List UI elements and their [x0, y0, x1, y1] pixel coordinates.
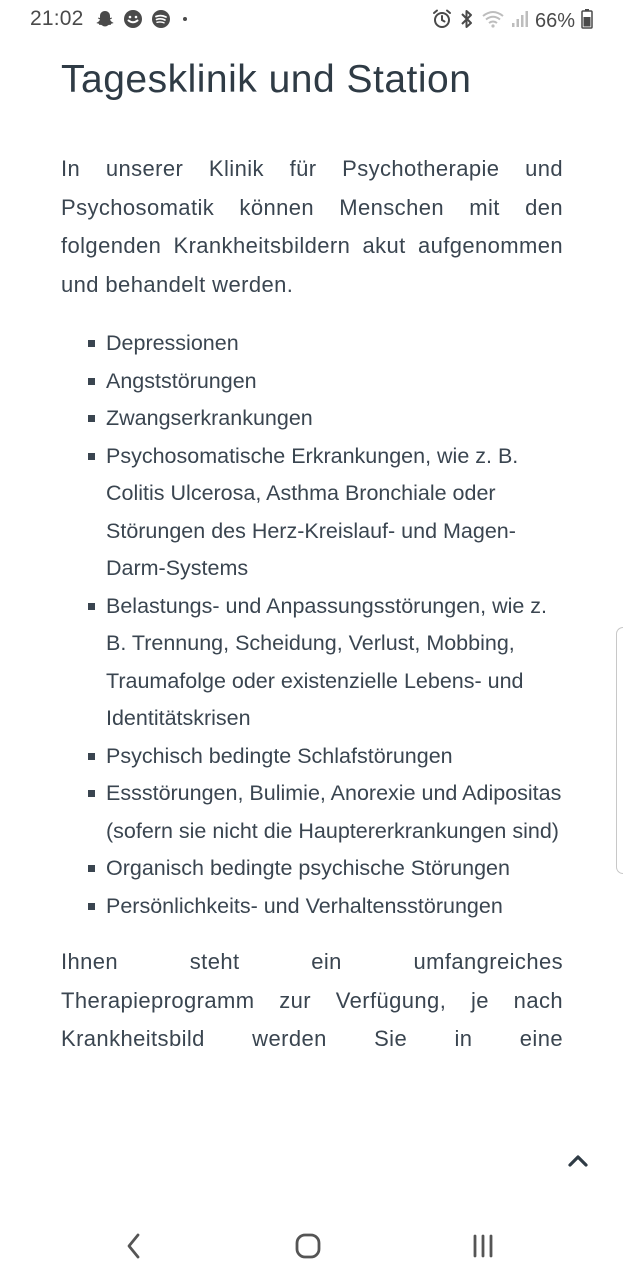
dot-icon	[179, 9, 191, 34]
list-item-text: Belastungs- und Anpassungsstörungen, wie…	[106, 593, 548, 731]
bluetooth-icon	[459, 8, 475, 35]
status-time: 21:02	[30, 7, 84, 30]
bullet-icon	[88, 602, 95, 610]
battery-percentage: 66%	[534, 10, 575, 32]
home-icon	[294, 1232, 322, 1265]
list-item: Zwangserkrankungen	[61, 400, 563, 438]
list-item: Belastungs- und Anpassungsstörungen, wie…	[61, 588, 563, 738]
alarm-icon	[431, 8, 453, 35]
list-item-text: Psychosomatische Erkrankungen, wie z. B.…	[106, 443, 519, 581]
status-bar: 21:02 66%	[0, 0, 623, 40]
wifi-icon	[481, 9, 505, 34]
list-item-text: Angststörungen	[106, 368, 257, 393]
list-item-text: Persönlichkeits- und Verhaltensstörungen	[106, 893, 503, 918]
conditions-list: Depressionen Angststörungen Zwangserkran…	[61, 325, 563, 925]
bullet-icon	[88, 452, 95, 460]
list-item: Essstörungen, Bulimie, Anorexie und Adip…	[61, 775, 563, 850]
recents-icon	[470, 1233, 496, 1264]
list-item: Psychisch bedingte Schlafstörungen	[61, 738, 563, 776]
list-item: Angststörungen	[61, 363, 563, 401]
page-title: Tagesklinik und Station	[61, 58, 472, 101]
list-item: Organisch bedingte psychische Störungen	[61, 850, 563, 888]
home-button[interactable]	[288, 1228, 328, 1268]
intro-paragraph: In unserer Klinik für Psychotherapie und…	[61, 156, 563, 297]
bullet-icon	[88, 752, 95, 760]
snapchat-icon	[95, 9, 115, 34]
battery-icon	[581, 8, 593, 35]
list-item-text: Zwangserkrankungen	[106, 406, 313, 430]
signal-icon	[511, 9, 529, 34]
list-item: Persönlichkeits- und Verhaltensstörungen	[61, 888, 563, 926]
bullet-icon	[88, 902, 95, 910]
spotify-icon	[151, 9, 171, 34]
messenger-icon	[123, 9, 143, 34]
chevron-up-icon	[567, 1154, 589, 1173]
list-item: Psychosomatische Erkrankungen, wie z. B.…	[61, 438, 563, 588]
navigation-bar	[0, 1216, 623, 1280]
list-item-text: Essstörungen, Bulimie, Anorexie und Adip…	[106, 781, 562, 843]
bottom-fade	[0, 1196, 623, 1216]
bullet-icon	[88, 377, 95, 385]
back-icon	[124, 1232, 144, 1265]
scroll-to-top-button[interactable]	[563, 1148, 593, 1178]
list-item: Depressionen	[61, 325, 563, 363]
bullet-icon	[88, 340, 95, 347]
article-content: Tagesklinik und Station In unserer Klini…	[61, 52, 563, 1058]
system-icons: 66%	[431, 8, 593, 35]
edge-panel-handle[interactable]	[616, 627, 623, 874]
bullet-icon	[88, 865, 95, 872]
list-item-text: Psychisch bedingte Schlafstörungen	[106, 743, 453, 768]
bullet-icon	[88, 790, 95, 797]
notification-icons	[95, 9, 191, 34]
back-button[interactable]	[114, 1228, 154, 1268]
list-item-text: Organisch bedingte psychische Störungen	[106, 856, 510, 880]
list-item-text: Depressionen	[106, 331, 239, 355]
recents-button[interactable]	[463, 1228, 503, 1268]
outro-paragraph: Ihnen steht ein umfangreiches Therapiepr…	[61, 949, 563, 1051]
bullet-icon	[88, 415, 95, 422]
